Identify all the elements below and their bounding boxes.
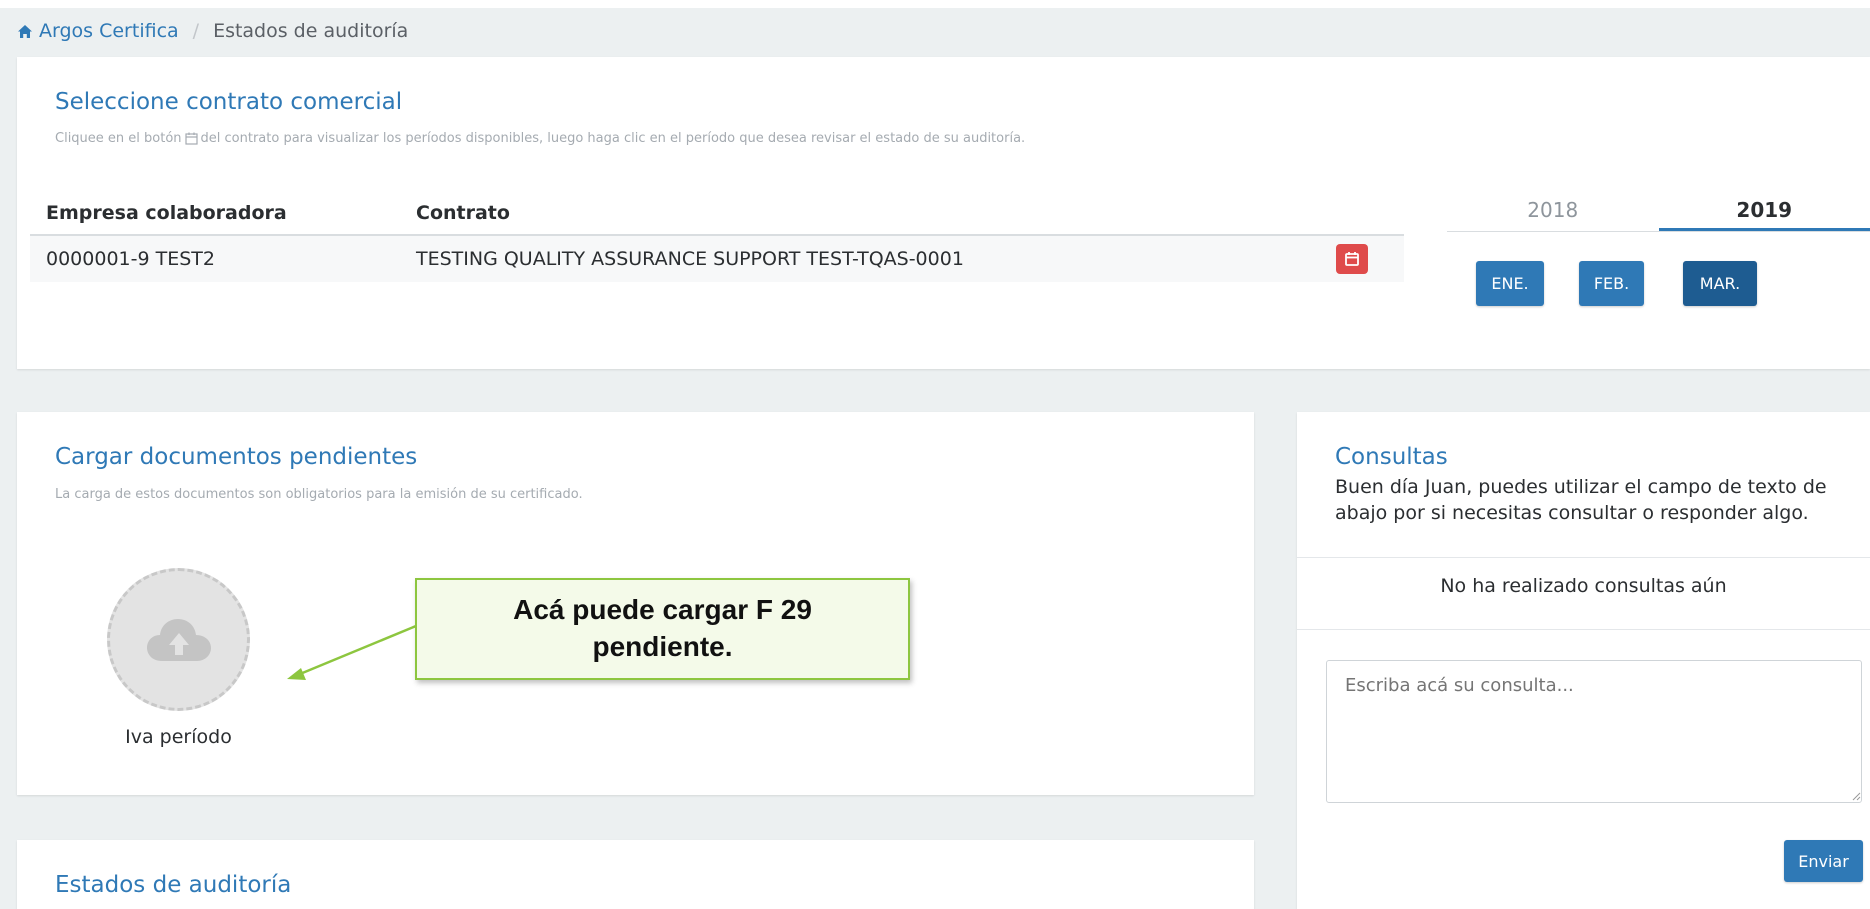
breadcrumb-home-label: Argos Certifica bbox=[39, 20, 179, 42]
column-header-actions bbox=[1320, 191, 1404, 236]
audit-panel-title: Estados de auditoría bbox=[55, 872, 292, 898]
contract-panel-title: Seleccione contrato comercial bbox=[55, 89, 403, 115]
consultas-empty-message: No ha realizado consultas aún bbox=[1440, 575, 1727, 597]
home-icon bbox=[18, 24, 32, 38]
column-header-empresa: Empresa colaboradora bbox=[30, 191, 400, 236]
send-button[interactable]: Enviar bbox=[1784, 840, 1863, 882]
breadcrumb-home-link[interactable]: Argos Certifica bbox=[17, 20, 179, 42]
callout-box: Acá puede cargar F 29 pendiente. bbox=[415, 578, 910, 680]
hint-text-before: Cliquee en el botón bbox=[55, 131, 182, 146]
contract-panel-hint: Cliquee en el botón del contrato para vi… bbox=[55, 131, 1025, 146]
cell-empresa: 0000001-9 TEST2 bbox=[30, 234, 400, 282]
tab-year-2018[interactable]: 2018 bbox=[1447, 188, 1659, 231]
callout-text: Acá puede cargar F 29 pendiente. bbox=[513, 594, 812, 662]
table-header-row: Empresa colaboradora Contrato bbox=[30, 191, 1404, 236]
pending-panel-title: Cargar documentos pendientes bbox=[55, 444, 418, 470]
cell-actions bbox=[1320, 234, 1404, 282]
textarea-resize-grip[interactable] bbox=[1851, 791, 1861, 801]
upload-document-button[interactable] bbox=[107, 568, 250, 711]
breadcrumb-separator: / bbox=[192, 20, 200, 42]
month-button-mar[interactable]: MAR. bbox=[1683, 261, 1757, 306]
consultas-divider-top bbox=[1297, 557, 1870, 558]
year-tabs: 2018 2019 bbox=[1447, 188, 1870, 232]
contracts-table: Empresa colaboradora Contrato 0000001-9 … bbox=[30, 191, 1404, 282]
app-stage: Argos Certifica / Estados de auditoría S… bbox=[0, 0, 1870, 909]
consultas-greeting: Buen día Juan, puedes utilizar el campo … bbox=[1335, 476, 1827, 525]
consultas-title: Consultas bbox=[1335, 444, 1448, 470]
document-label: Iva período bbox=[125, 726, 232, 748]
tab-year-2019[interactable]: 2019 bbox=[1658, 188, 1870, 231]
show-periods-button[interactable] bbox=[1336, 244, 1368, 274]
column-header-contrato: Contrato bbox=[400, 191, 1320, 236]
calendar-icon bbox=[1345, 252, 1359, 266]
breadcrumb-current: Estados de auditoría bbox=[213, 20, 409, 42]
calendar-icon bbox=[184, 132, 198, 145]
pending-panel-hint: La carga de estos documentos son obligat… bbox=[55, 487, 583, 502]
table-row: 0000001-9 TEST2 TESTING QUALITY ASSURANC… bbox=[30, 234, 1404, 282]
breadcrumb: Argos Certifica / Estados de auditoría bbox=[17, 20, 408, 42]
month-button-ene[interactable]: ENE. bbox=[1476, 261, 1544, 306]
month-button-feb[interactable]: FEB. bbox=[1579, 261, 1644, 306]
cloud-upload-icon bbox=[146, 618, 211, 661]
consulta-textarea[interactable] bbox=[1326, 660, 1862, 803]
cell-contrato: TESTING QUALITY ASSURANCE SUPPORT TEST-T… bbox=[400, 234, 1320, 282]
consultas-divider-bottom bbox=[1297, 629, 1870, 630]
top-edge bbox=[0, 0, 1870, 8]
hint-text-after: del contrato para visualizar los período… bbox=[200, 131, 1026, 146]
